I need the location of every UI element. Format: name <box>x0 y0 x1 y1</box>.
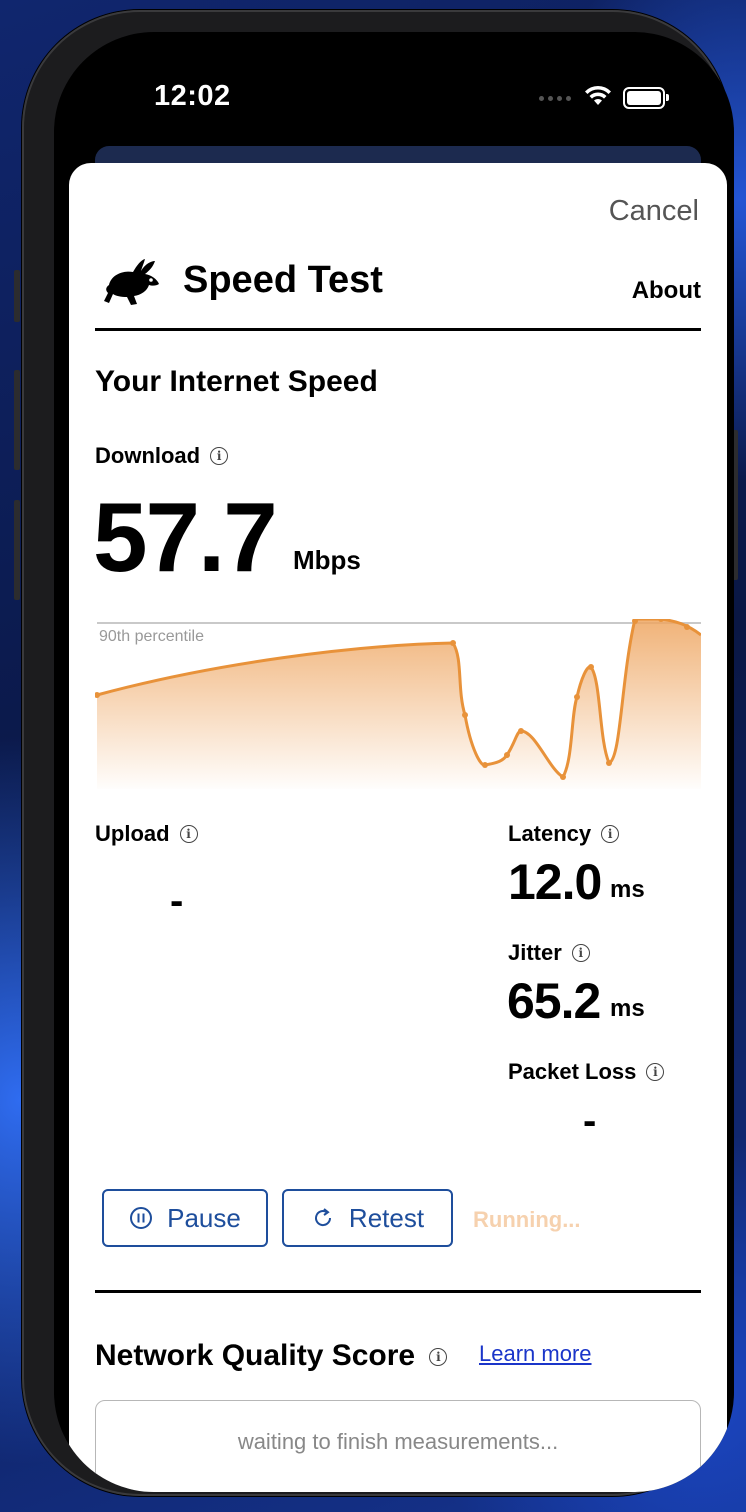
chart-point <box>606 760 612 766</box>
retest-label: Retest <box>348 1202 425 1233</box>
chart-point <box>560 774 566 780</box>
info-icon[interactable]: i <box>210 447 229 465</box>
info-icon[interactable]: i <box>601 825 620 843</box>
volume-down-button <box>14 500 20 600</box>
chart-point <box>482 762 488 768</box>
chart-point <box>684 624 690 630</box>
latency-label: Latency i <box>508 821 620 847</box>
download-label: Download i <box>95 443 229 469</box>
packet-loss-label: Packet Loss i <box>508 1059 665 1085</box>
chart-point <box>504 752 510 758</box>
signal-dots-icon <box>539 96 573 104</box>
status-time: 12:02 <box>154 80 231 112</box>
battery-icon <box>623 87 669 109</box>
pause-button[interactable]: Pause <box>102 1189 268 1247</box>
rabbit-logo-icon <box>104 259 159 305</box>
upload-label: Upload i <box>95 821 198 847</box>
network-quality-title-text: Network Quality Score <box>95 1339 416 1372</box>
header-divider <box>95 328 701 331</box>
header: Speed Test About <box>95 249 701 329</box>
phone-frame: 12:02 Cancel Speed Test About Your Inter… <box>14 10 738 1496</box>
side-button <box>14 270 20 322</box>
chart-point <box>574 694 580 700</box>
waiting-text: waiting to finish measurements... <box>237 1429 559 1454</box>
latency-label-text: Latency <box>508 821 592 846</box>
status-icons <box>539 84 699 114</box>
retest-icon <box>314 1208 331 1227</box>
latency-unit: ms <box>610 876 645 903</box>
upload-label-text: Upload <box>95 821 170 846</box>
packet-loss-value: - <box>583 1099 597 1143</box>
speed-test-sheet: Cancel Speed Test About Your Internet Sp… <box>69 163 727 1492</box>
network-quality-box: waiting to finish measurements... <box>95 1400 701 1492</box>
pause-label: Pause <box>167 1202 241 1233</box>
running-status: Running... <box>473 1207 581 1232</box>
screen: 12:02 Cancel Speed Test About Your Inter… <box>54 32 734 1492</box>
packet-loss-label-text: Packet Loss <box>508 1059 637 1084</box>
wifi-icon <box>585 85 611 105</box>
percentile-label: 90th percentile <box>99 628 204 645</box>
chart-point <box>518 728 524 734</box>
app-title: Speed Test <box>183 259 383 301</box>
jitter-label-text: Jitter <box>508 940 562 965</box>
chart-point <box>450 640 456 646</box>
chart-point <box>462 712 468 718</box>
info-icon[interactable]: i <box>179 825 198 843</box>
download-speed-chart: 90th percentile <box>95 619 701 789</box>
pause-icon <box>130 1207 153 1229</box>
section-title: Your Internet Speed <box>95 365 378 398</box>
chart-point <box>588 664 594 670</box>
status-bar: 12:02 <box>54 32 734 152</box>
jitter-unit: ms <box>610 995 645 1022</box>
section-divider <box>95 1290 701 1293</box>
retest-button[interactable]: Retest <box>282 1189 453 1247</box>
jitter-label: Jitter i <box>508 940 590 966</box>
cancel-button[interactable]: Cancel <box>609 195 699 228</box>
download-label-text: Download <box>95 443 201 468</box>
download-unit: Mbps <box>293 545 361 575</box>
info-icon[interactable]: i <box>646 1063 665 1081</box>
learn-more-link[interactable]: Learn more <box>479 1341 592 1367</box>
volume-up-button <box>14 370 20 470</box>
info-icon[interactable]: i <box>571 944 590 962</box>
about-link[interactable]: About <box>632 277 701 305</box>
upload-value: - <box>170 879 184 923</box>
network-quality-title: Network Quality Score i <box>95 1339 448 1373</box>
jitter-value: 65.2 <box>507 973 601 1029</box>
latency-value: 12.0 <box>508 854 602 910</box>
info-icon[interactable]: i <box>429 1348 448 1366</box>
download-value: 57.7 <box>93 482 278 592</box>
